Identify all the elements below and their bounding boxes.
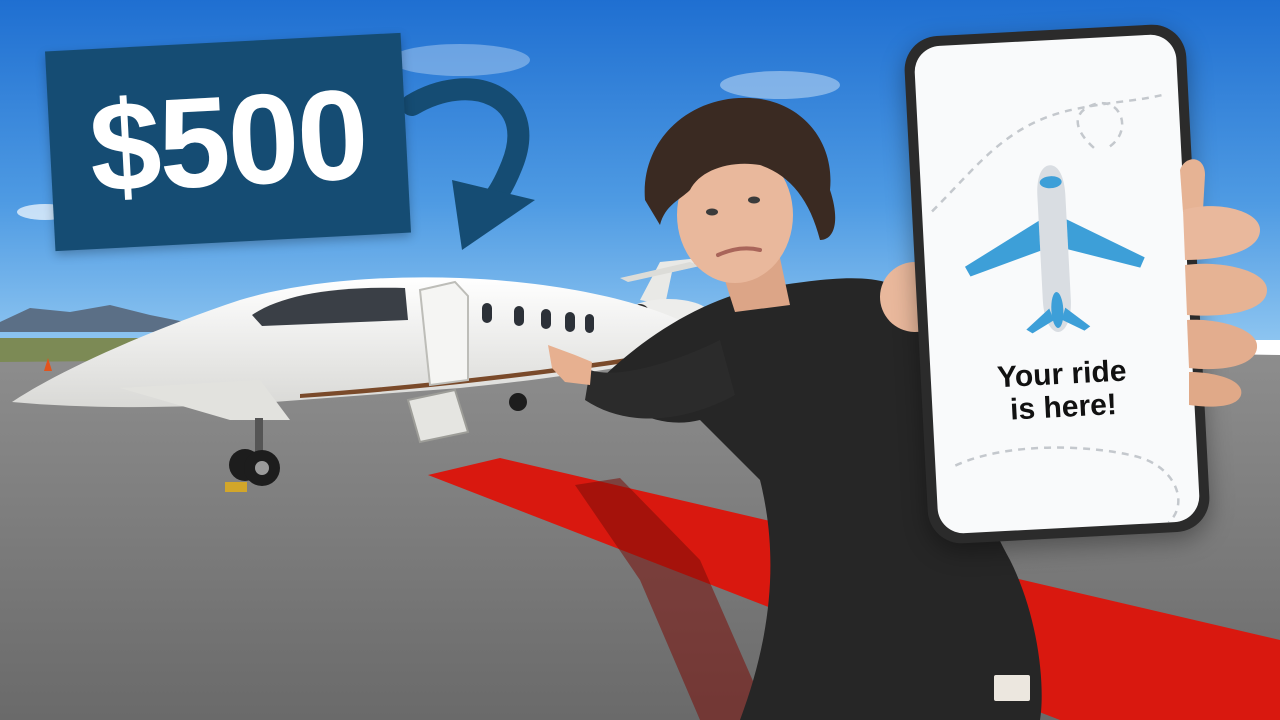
jet-window [541, 309, 551, 329]
phone-message: Your ride is here! [930, 351, 1195, 431]
jet-window [585, 314, 594, 333]
price-tag: $500 [45, 32, 411, 252]
phone-screen: Your ride is here! [913, 33, 1201, 535]
person-eye [748, 196, 760, 204]
jet-window [514, 306, 524, 326]
jet-window [482, 303, 492, 323]
clothing-tag [994, 675, 1030, 701]
cloud [390, 44, 530, 76]
jet-rear-wheel [509, 393, 527, 411]
cloud [720, 71, 840, 99]
phone: Your ride is here! [902, 22, 1212, 546]
jet-window [565, 312, 575, 332]
wheel-chock [225, 482, 247, 492]
person-fingers [1180, 159, 1267, 407]
price-label: $500 [86, 62, 370, 221]
person-eye [706, 208, 718, 216]
airplane-icon [964, 165, 1145, 334]
jet-wheel-hub [255, 461, 269, 475]
